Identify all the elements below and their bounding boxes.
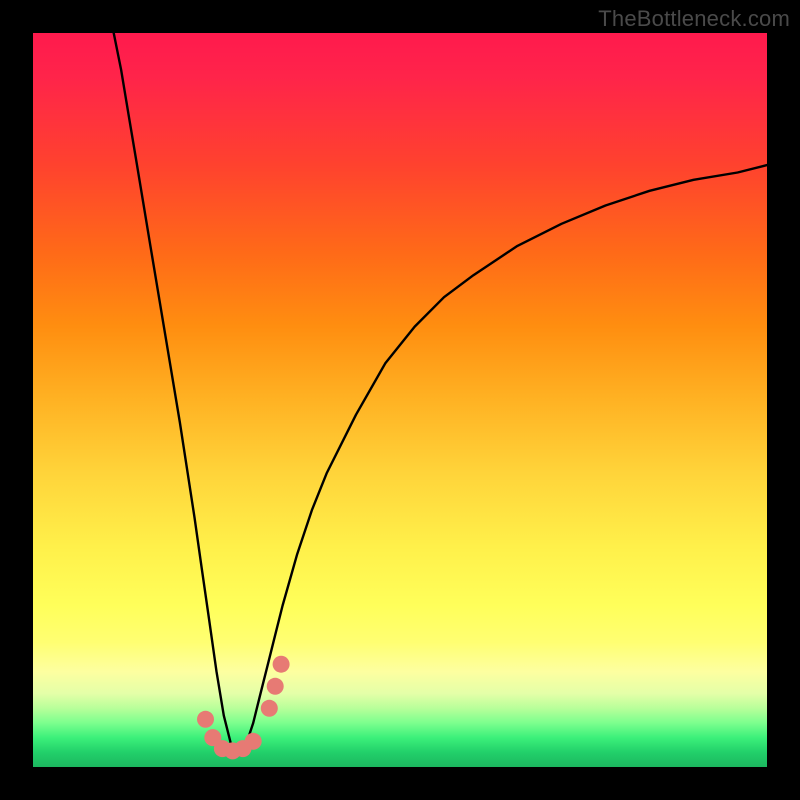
bottleneck-curve xyxy=(114,33,767,752)
curve-marker xyxy=(261,700,278,717)
curve-marker xyxy=(267,678,284,695)
plot-area xyxy=(33,33,767,767)
curve-marker xyxy=(197,711,214,728)
chart-svg xyxy=(33,33,767,767)
watermark-text: TheBottleneck.com xyxy=(598,6,790,32)
chart-frame: TheBottleneck.com xyxy=(0,0,800,800)
curve-marker xyxy=(273,656,290,673)
marker-group xyxy=(197,656,290,760)
curve-marker xyxy=(245,733,262,750)
